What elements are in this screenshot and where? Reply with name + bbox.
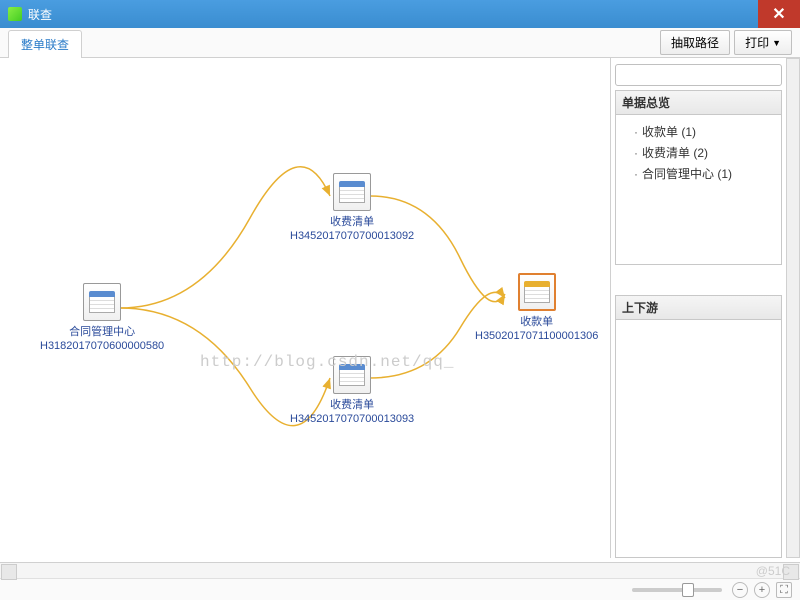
document-icon <box>333 356 371 394</box>
vertical-scrollbar[interactable] <box>786 58 800 558</box>
zoom-slider[interactable] <box>632 588 722 592</box>
overview-panel-header: 单据总览 <box>615 90 782 115</box>
document-icon <box>518 273 556 311</box>
overview-panel-body: 收款单 (1) 收费清单 (2) 合同管理中心 (1) <box>615 115 782 265</box>
tree-item-contract[interactable]: 合同管理中心 (1) <box>624 163 773 184</box>
print-button[interactable]: 打印▼ <box>734 30 792 55</box>
tab-full-query[interactable]: 整单联查 <box>8 30 82 58</box>
close-button[interactable]: ✕ <box>758 0 800 28</box>
search-input[interactable] <box>624 68 779 82</box>
horizontal-scrollbar[interactable] <box>0 563 800 579</box>
search-input-wrap[interactable] <box>615 64 782 86</box>
updown-panel-header: 上下游 <box>615 295 782 320</box>
node-receipt[interactable]: 收款单 H3502017071100001306 <box>475 273 598 343</box>
corner-watermark: @51C <box>756 564 790 578</box>
zoom-in-button[interactable]: + <box>754 582 770 598</box>
zoom-out-button[interactable]: − <box>732 582 748 598</box>
app-icon <box>8 7 22 21</box>
document-icon <box>83 283 121 321</box>
updown-panel-body <box>615 320 782 558</box>
tree-item-receipt[interactable]: 收款单 (1) <box>624 121 773 142</box>
side-panel: 单据总览 收款单 (1) 收费清单 (2) 合同管理中心 (1) 上下游 <box>611 58 786 558</box>
window-title: 联查 <box>28 6 52 23</box>
document-icon <box>333 173 371 211</box>
toolbar: 整单联查 抽取路径 打印▼ <box>0 28 800 58</box>
extract-path-button[interactable]: 抽取路径 <box>660 30 730 55</box>
node-fee-list-2[interactable]: 收费清单 H3452017070700013093 <box>290 356 414 426</box>
bottom-bar: − + ⛶ <box>0 562 800 600</box>
fit-button[interactable]: ⛶ <box>776 582 792 598</box>
diagram-canvas[interactable]: 合同管理中心 H3182017070600000580 收费清单 H345201… <box>0 58 611 558</box>
node-fee-list-1[interactable]: 收费清单 H3452017070700013092 <box>290 173 414 243</box>
node-contract[interactable]: 合同管理中心 H3182017070600000580 <box>40 283 164 353</box>
tree-item-fee[interactable]: 收费清单 (2) <box>624 142 773 163</box>
title-bar: 联查 ✕ <box>0 0 800 28</box>
